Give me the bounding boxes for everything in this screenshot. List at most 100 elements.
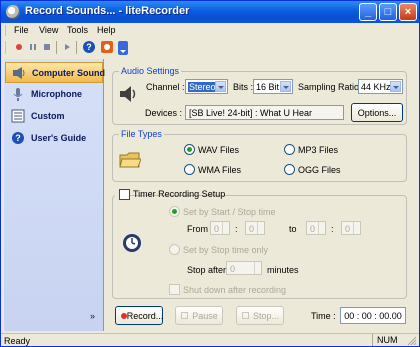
close-button[interactable]: × <box>399 3 417 21</box>
from-hour-stepper[interactable]: 0 <box>210 221 230 235</box>
sampling-ratio-select[interactable]: 44 KHz <box>358 79 403 94</box>
stepper-arrows[interactable] <box>353 222 360 234</box>
to-hour-value: 0 <box>310 224 316 234</box>
devices-field: [SB Live! 24-bit] : What U Hear <box>185 105 344 120</box>
time-label: Time : <box>311 311 336 321</box>
stop-button[interactable]: Stop... <box>236 306 284 325</box>
wav-radio[interactable] <box>184 144 195 155</box>
toolbar-chevron[interactable] <box>118 41 128 55</box>
to-hour-stepper[interactable]: 0 <box>306 221 326 235</box>
channel-value: Stereo <box>188 82 217 92</box>
bits-value: 16 Bit <box>256 82 280 92</box>
chevron-down-icon[interactable] <box>390 81 401 92</box>
stop-time-only-radio[interactable] <box>169 244 180 255</box>
devices-label: Devices : <box>145 108 183 118</box>
menu-bar: File View Tools Help <box>1 23 419 39</box>
stop-icon[interactable] <box>41 41 53 53</box>
record-label: Record... <box>126 311 164 321</box>
play-icon[interactable] <box>61 41 73 53</box>
menu-tools[interactable]: Tools <box>67 25 88 35</box>
stepper-arrows[interactable] <box>257 222 264 234</box>
shutdown-label: Shut down after recording <box>183 285 287 295</box>
stop-after-stepper[interactable]: 0 <box>226 261 262 275</box>
sampling-ratio-value: 44 KHz <box>361 82 391 92</box>
to-minute-stepper[interactable]: 0 <box>341 221 361 235</box>
time-display: 00 : 00 : 00.00 <box>340 307 406 324</box>
svg-text:?: ? <box>15 133 21 143</box>
menu-grip <box>5 25 6 36</box>
close-icon: × <box>404 6 412 18</box>
sidebar-item-microphone[interactable]: Microphone <box>5 84 103 105</box>
toolbar-separator <box>56 41 57 54</box>
mp3-radio[interactable] <box>284 144 295 155</box>
sampling-ratio-label: Sampling Ratio : <box>298 82 365 92</box>
bits-label: Bits : <box>233 82 254 92</box>
chevron-down-icon[interactable] <box>215 81 226 92</box>
app-window: Record Sounds... - liteRecorder _ □ × Fi… <box>0 0 420 347</box>
title-bar[interactable]: Record Sounds... - liteRecorder _ □ × <box>1 1 419 23</box>
file-types-title: File Types <box>119 129 164 139</box>
maximize-icon: □ <box>384 6 392 18</box>
stepper-arrows[interactable] <box>222 222 229 234</box>
stepper-arrows[interactable] <box>318 222 325 234</box>
bits-select[interactable]: 16 Bit <box>253 79 293 94</box>
timer-recording-header: Timer Recording Setup <box>115 189 225 201</box>
stepper-arrows[interactable] <box>254 262 261 274</box>
shutdown-checkbox[interactable] <box>169 284 180 295</box>
pause-button[interactable]: Pause <box>175 306 223 325</box>
app-icon <box>6 5 20 19</box>
help-icon[interactable]: ? <box>82 40 96 54</box>
timer-recording-title: Timer Recording Setup <box>133 189 226 199</box>
record-icon[interactable] <box>13 41 25 53</box>
sidebar-item-computer-sound[interactable]: Computer Sound <box>5 62 105 83</box>
svg-text:?: ? <box>86 42 92 52</box>
mp3-label: MP3 Files <box>298 145 339 155</box>
resize-grip-icon[interactable] <box>406 335 416 345</box>
folder-icon <box>119 150 141 170</box>
wav-label: WAV Files <box>198 145 240 155</box>
toolbar-grip <box>5 41 6 54</box>
minimize-icon: _ <box>364 6 372 18</box>
options-label: Options... <box>357 108 397 118</box>
menu-help[interactable]: Help <box>97 25 116 35</box>
colon-separator: : <box>331 224 334 234</box>
microphone-icon <box>11 87 25 101</box>
toolbar-separator <box>76 41 77 54</box>
record-app-icon[interactable] <box>100 40 114 54</box>
menu-file[interactable]: File <box>14 25 29 35</box>
window-title: Record Sounds... - liteRecorder <box>25 5 190 17</box>
from-label: From <box>187 224 208 234</box>
timer-recording-checkbox[interactable] <box>119 189 130 200</box>
menu-view[interactable]: View <box>39 25 58 35</box>
ogg-radio[interactable] <box>284 164 295 175</box>
devices-value: [SB Live! 24-bit] : What U Hear <box>189 108 313 118</box>
sidebar-item-label: Computer Sound <box>32 68 105 78</box>
sidebar-expand-icon[interactable]: » <box>90 311 95 321</box>
from-minute-value: 0 <box>249 224 255 234</box>
file-types-group: File Types <box>112 129 407 182</box>
time-value: 00 : 00 : 00.00 <box>344 311 402 321</box>
custom-icon <box>11 109 25 123</box>
minimize-button[interactable]: _ <box>359 3 377 21</box>
wma-radio[interactable] <box>184 164 195 175</box>
speaker-icon <box>12 66 26 80</box>
start-stop-time-label: Set by Start / Stop time <box>183 207 276 217</box>
maximize-button[interactable]: □ <box>379 3 397 21</box>
from-minute-stepper[interactable]: 0 <box>245 221 265 235</box>
sidebar-item-users-guide[interactable]: ? User's Guide <box>5 128 103 149</box>
options-button[interactable]: Options... <box>351 103 403 122</box>
pause-icon[interactable] <box>27 41 39 53</box>
start-stop-time-radio[interactable] <box>169 206 180 217</box>
sidebar: Computer Sound Microphone Custom ? User'… <box>4 59 105 331</box>
stop-label: Stop... <box>252 311 279 321</box>
sidebar-item-custom[interactable]: Custom <box>5 106 103 127</box>
channel-select[interactable]: Stereo <box>185 79 228 94</box>
minutes-label: minutes <box>267 265 299 275</box>
status-text: Ready <box>4 336 31 346</box>
to-label: to <box>289 224 297 234</box>
to-minute-value: 0 <box>345 224 351 234</box>
num-lock-indicator: NUM <box>372 334 402 346</box>
ogg-label: OGG Files <box>298 165 341 175</box>
record-button[interactable]: Record... <box>115 306 163 325</box>
chevron-down-icon[interactable] <box>280 81 291 92</box>
